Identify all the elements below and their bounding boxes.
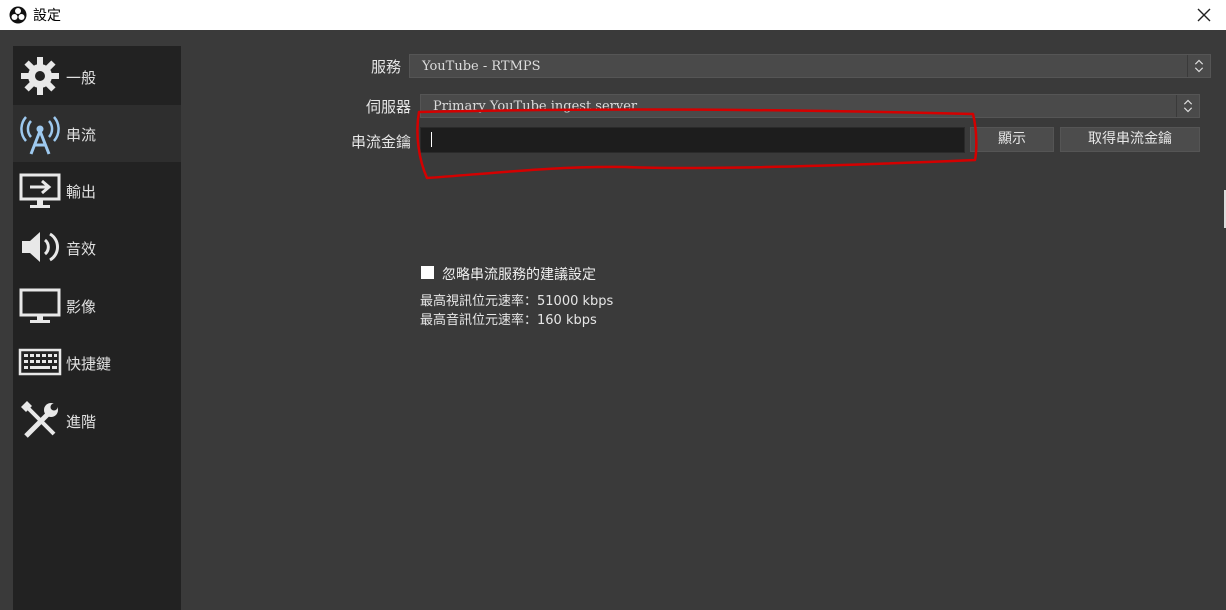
speaker-icon	[22, 232, 60, 262]
title-bar: 設定	[0, 0, 1226, 30]
sidebar-item-label: 串流	[66, 126, 97, 144]
sidebar-item-label: 音效	[66, 240, 97, 258]
stream-key-input[interactable]	[420, 127, 965, 153]
sidebar-item-label: 輸出	[66, 183, 97, 201]
chevron-updown-icon	[1187, 55, 1204, 77]
text-caret	[431, 132, 432, 147]
window-title: 設定	[33, 8, 61, 24]
settings-sidebar: 一般 串流 輸出 音效 影像 快捷鍵 進階	[13, 46, 181, 610]
close-icon[interactable]	[1192, 3, 1216, 27]
antenna-icon	[20, 116, 60, 155]
gear-icon	[21, 57, 59, 95]
server-value: Primary YouTube ingest server	[433, 99, 638, 114]
sidebar-item-stream[interactable]: 串流	[13, 105, 181, 162]
sidebar-item-label: 影像	[66, 298, 97, 316]
service-value: YouTube - RTMPS	[422, 59, 541, 74]
get-stream-key-button[interactable]: 取得串流金鑰	[1060, 127, 1200, 152]
monitor-icon	[19, 288, 61, 323]
show-key-button[interactable]: 顯示	[970, 127, 1054, 152]
service-select[interactable]: YouTube - RTMPS	[409, 54, 1211, 78]
output-icon	[19, 173, 61, 208]
sidebar-item-label: 快捷鍵	[66, 355, 112, 373]
tools-icon	[21, 401, 58, 438]
obs-logo-icon	[9, 6, 27, 24]
server-label: 伺服器	[365, 98, 411, 116]
max-audio-bitrate: 最高音訊位元速率：160 kbps	[420, 313, 597, 328]
sidebar-item-output[interactable]: 輸出	[13, 162, 181, 219]
ignore-recommendations-label: 忽略串流服務的建議設定	[442, 267, 596, 283]
sidebar-item-advanced[interactable]: 進階	[13, 392, 181, 449]
sidebar-item-video[interactable]: 影像	[13, 277, 181, 334]
sidebar-item-general[interactable]: 一般	[13, 48, 181, 105]
service-label: 服務	[370, 58, 401, 76]
max-video-bitrate: 最高視訊位元速率：51000 kbps	[420, 294, 614, 309]
stream-key-label: 串流金鑰	[350, 133, 411, 151]
keyboard-icon	[18, 348, 62, 376]
sidebar-item-audio[interactable]: 音效	[13, 219, 181, 276]
sidebar-item-hotkeys[interactable]: 快捷鍵	[13, 334, 181, 391]
sidebar-item-label: 進階	[66, 413, 97, 431]
sidebar-item-label: 一般	[66, 69, 97, 87]
server-select[interactable]: Primary YouTube ingest server	[420, 94, 1200, 118]
chevron-updown-icon	[1176, 95, 1193, 117]
ignore-recommendations-checkbox[interactable]	[421, 266, 434, 279]
